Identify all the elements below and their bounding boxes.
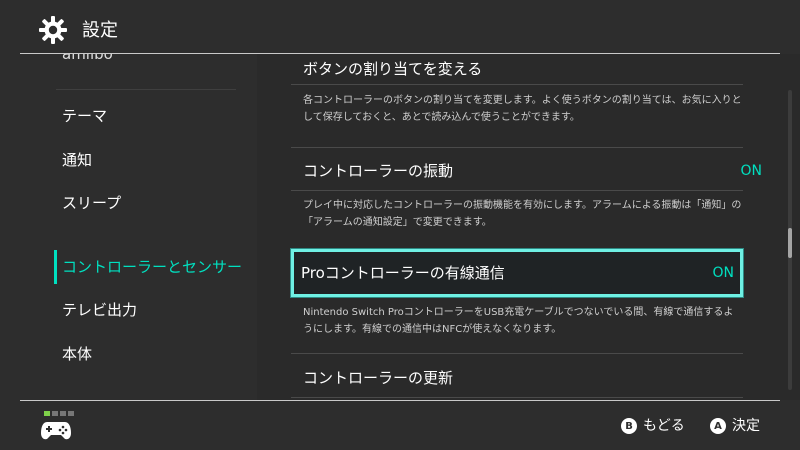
player-dot: [52, 411, 58, 416]
player-dot-active: [44, 411, 50, 416]
row-divider: [291, 84, 743, 85]
sidebar-divider: [56, 89, 236, 90]
row-divider: [291, 147, 743, 148]
sidebar-item-theme[interactable]: テーマ: [62, 106, 107, 126]
page-title: 設定: [82, 20, 118, 41]
sidebar-item-amiibo[interactable]: amiibo: [62, 54, 113, 64]
player-dot: [68, 411, 74, 416]
settings-screen: 設定 amiibo テーマ 通知 スリープ コントローラーとセンサー テレビ出力…: [0, 0, 800, 450]
a-button-icon: A: [710, 418, 726, 434]
row-divider: [291, 353, 743, 354]
row-divider: [291, 190, 743, 191]
row-divider: [291, 397, 743, 398]
header: 設定: [0, 0, 800, 54]
setting-pro-controller-wired-value: ON: [712, 265, 735, 281]
sidebar-item-sleep[interactable]: スリープ: [62, 193, 121, 213]
sidebar: amiibo テーマ 通知 スリープ コントローラーとセンサー テレビ出力 本体: [0, 54, 257, 400]
controller-icon: [41, 422, 71, 440]
setting-change-button-mapping-description: 各コントローラーのボタンの割り当てを変更します。よく使うボタンの割り当ては、お気…: [303, 95, 742, 123]
settings-panel: ボタンの割り当てを変える 各コントローラーのボタンの割り当てを変更します。よく使…: [257, 54, 800, 400]
setting-controller-vibration-description: プレイ中に対応したコントローラーの振動機能を有効にします。アラームによる振動は「…: [303, 200, 742, 228]
gear-icon: [39, 16, 67, 44]
b-button-icon: B: [621, 418, 637, 434]
player-indicator: [44, 411, 74, 417]
back-button[interactable]: B もどる: [621, 417, 685, 435]
sidebar-item-notifications[interactable]: 通知: [62, 150, 92, 170]
setting-pro-controller-wired-title[interactable]: Proコントローラーの有線通信: [301, 263, 505, 283]
sidebar-item-system[interactable]: 本体: [62, 344, 92, 364]
setting-change-button-mapping-title[interactable]: ボタンの割り当てを変える: [303, 59, 482, 79]
setting-controller-vibration-value: ON: [740, 163, 763, 179]
active-indicator: [54, 250, 57, 284]
setting-update-controllers-title[interactable]: コントローラーの更新: [303, 368, 453, 388]
sidebar-item-tv-output[interactable]: テレビ出力: [62, 300, 137, 320]
confirm-button[interactable]: A 決定: [710, 417, 760, 435]
scrollbar-thumb[interactable]: [788, 228, 792, 258]
back-button-label: もどる: [643, 418, 685, 434]
setting-controller-vibration-title[interactable]: コントローラーの振動: [303, 161, 453, 181]
footer: B もどる A 決定: [0, 401, 800, 450]
confirm-button-label: 決定: [732, 418, 760, 434]
sidebar-item-controllers-and-sensors[interactable]: コントローラーとセンサー: [62, 257, 242, 277]
player-dot: [60, 411, 66, 416]
setting-pro-controller-wired-description: Nintendo Switch ProコントローラーをUSB充電ケーブルでつない…: [303, 307, 734, 335]
